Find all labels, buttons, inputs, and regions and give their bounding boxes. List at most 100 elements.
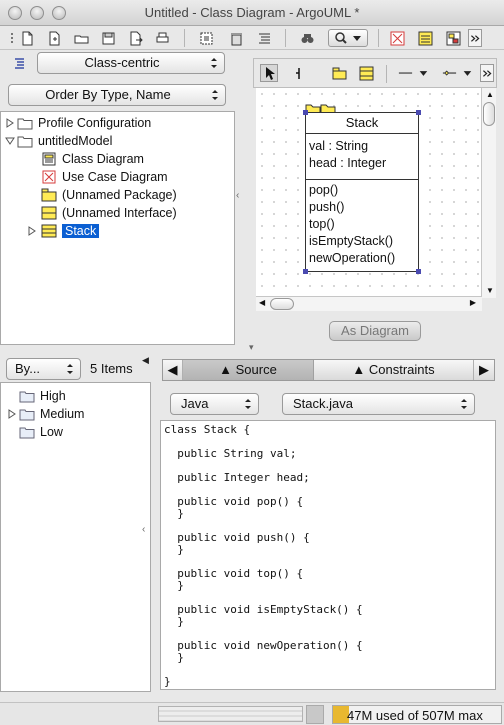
export-icon[interactable] [126, 29, 144, 47]
tree-item-label: untitledModel [38, 134, 113, 148]
perspective-select[interactable]: Class-centric [37, 52, 225, 74]
scroll-thumb[interactable] [483, 102, 495, 126]
overflow-icon[interactable] [468, 29, 482, 47]
diagram-yellow-icon[interactable] [416, 29, 434, 47]
palette-overflow-icon[interactable] [480, 64, 494, 82]
todo-category-label: High [40, 389, 66, 403]
splitter-grip-icon[interactable]: ‹ [142, 524, 145, 535]
uml-attribute[interactable]: val : String [309, 138, 415, 155]
uml-attribute[interactable]: head : Integer [309, 155, 415, 172]
tree-item[interactable]: Stack [23, 222, 100, 240]
uml-class-name[interactable]: Stack [306, 113, 418, 134]
todo-item-count: 5 Items [90, 361, 133, 376]
folder-icon [17, 116, 33, 130]
toolbar-separator [184, 29, 185, 47]
order-select[interactable]: Order By Type, Name [8, 84, 226, 106]
todo-sort-select[interactable]: By... [6, 358, 81, 380]
select-tool-icon[interactable] [260, 64, 278, 82]
broom-tool-icon[interactable] [290, 64, 308, 82]
new-project-icon[interactable] [18, 29, 36, 47]
scroll-thumb[interactable] [270, 298, 294, 310]
diagram-vertical-scrollbar[interactable]: ▲ ▼ [481, 88, 496, 298]
collapsed-triangle-icon[interactable] [23, 226, 41, 236]
tab-scroll-left-icon[interactable]: ◀ [163, 360, 183, 380]
package-tool-icon[interactable] [330, 64, 348, 82]
tree-item[interactable]: Profile Configuration [3, 114, 151, 132]
open-project-icon[interactable] [72, 29, 90, 47]
tab-constraints[interactable]: ▲ Constraints [314, 360, 474, 380]
dependency-tool-icon[interactable] [440, 64, 476, 82]
diagram-horizontal-scrollbar[interactable]: ◀ ▶ [256, 296, 482, 311]
diagram-red-icon[interactable] [388, 29, 406, 47]
collapsed-triangle-icon[interactable] [3, 118, 17, 128]
tree-item-label: (Unnamed Package) [62, 188, 177, 202]
tree-item-label: (Unnamed Interface) [62, 206, 177, 220]
language-select[interactable]: Java [170, 393, 259, 415]
uml-operations[interactable]: pop() push() top() isEmptyStack() newOperati… [306, 180, 418, 269]
todo-category[interactable]: Low [5, 423, 63, 441]
uml-operation[interactable]: push() [309, 199, 415, 216]
todo-tree[interactable]: High Medium Low [0, 382, 151, 692]
scroll-up-icon[interactable]: ▲ [486, 90, 494, 99]
explorer-config-icon[interactable] [10, 55, 28, 73]
explorer-tree[interactable]: Profile Configuration untitledModel Class … [0, 111, 235, 345]
tree-item[interactable]: Use Case Diagram [27, 168, 168, 186]
diagram-link-icon[interactable] [444, 29, 462, 47]
resize-handle[interactable] [303, 269, 308, 274]
scroll-down-icon[interactable]: ▼ [486, 286, 494, 295]
resize-handle[interactable] [303, 110, 308, 115]
tree-item-label: Profile Configuration [38, 116, 152, 130]
collapsed-triangle-icon[interactable] [5, 409, 19, 419]
zoom-icon[interactable] [328, 29, 368, 47]
main-toolbar [0, 26, 504, 50]
scroll-left-icon[interactable]: ◀ [259, 298, 265, 307]
tree-item[interactable]: Class Diagram [27, 150, 144, 168]
find-in-diagram-icon[interactable] [197, 29, 215, 47]
tree-item[interactable]: (Unnamed Interface) [27, 204, 177, 222]
diagram-palette [253, 58, 497, 88]
folder-icon [19, 425, 35, 439]
print-icon[interactable] [153, 29, 171, 47]
tree-item[interactable]: untitledModel [3, 132, 112, 150]
layout-icon[interactable] [255, 29, 273, 47]
expanded-triangle-icon[interactable] [3, 136, 17, 146]
class-icon [41, 224, 57, 238]
scroll-right-icon[interactable]: ▶ [470, 298, 476, 307]
collapse-left-icon[interactable]: ◀ [142, 355, 149, 366]
resize-handle[interactable] [416, 110, 421, 115]
memory-indicator[interactable]: 47M used of 507M max [332, 705, 502, 724]
as-diagram-button[interactable]: As Diagram [329, 321, 421, 341]
association-tool-icon[interactable] [396, 64, 432, 82]
delete-icon[interactable] [227, 29, 245, 47]
todo-category[interactable]: High [5, 387, 66, 405]
tab-scroll-right-icon[interactable]: ▶ [474, 360, 494, 380]
uml-class-stack[interactable]: Stack val : String head : Integer pop() pu… [305, 112, 419, 272]
tree-item[interactable]: (Unnamed Package) [27, 186, 177, 204]
splitter-grip-icon[interactable]: ▾ [249, 342, 254, 353]
tab-constraints-label: Constraints [368, 362, 435, 377]
source-code-editor[interactable]: class Stack { public String val; public … [160, 420, 496, 690]
tree-item-label: Use Case Diagram [62, 170, 168, 184]
save-icon[interactable] [99, 29, 117, 47]
splitter-grip-icon[interactable]: ‹ [236, 190, 239, 201]
uml-operation[interactable]: newOperation() [309, 250, 415, 267]
source-file-select[interactable]: Stack.java [282, 393, 475, 415]
uml-operation[interactable]: top() [309, 216, 415, 233]
details-tabs: ◀ ▲ Source ▲ Constraints ▶ [162, 359, 495, 381]
tab-warning-icon: ▲ [352, 362, 369, 377]
select-arrows-icon [245, 399, 251, 409]
status-bar: 47M used of 507M max [0, 702, 504, 725]
gc-button[interactable] [306, 705, 324, 724]
resize-handle[interactable] [416, 269, 421, 274]
uml-attributes[interactable]: val : String head : Integer [306, 134, 418, 180]
uml-operation[interactable]: pop() [309, 182, 415, 199]
class-tool-icon[interactable] [357, 64, 375, 82]
tab-source[interactable]: ▲ Source [183, 360, 314, 380]
source-code-text[interactable]: class Stack { public String val; public … [164, 424, 492, 688]
search-icon[interactable] [298, 29, 316, 47]
uml-operation[interactable]: isEmptyStack() [309, 233, 415, 250]
todo-category[interactable]: Medium [5, 405, 84, 423]
class-diagram-icon [41, 152, 57, 166]
new-from-template-icon[interactable] [45, 29, 63, 47]
title-bar: Untitled - Class Diagram - ArgoUML * [0, 0, 504, 26]
